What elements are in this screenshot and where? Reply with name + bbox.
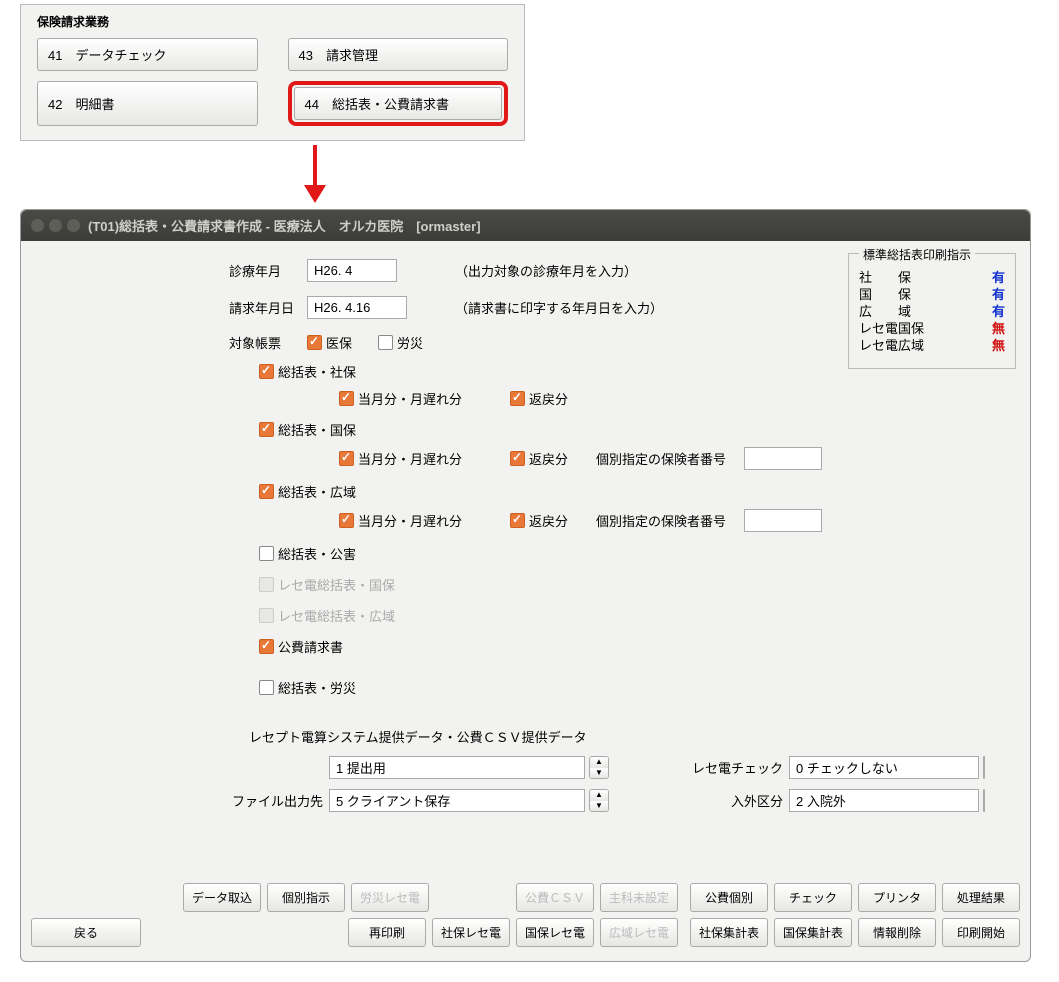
rece-check-input[interactable] [789,756,979,779]
btn-shaho-rece[interactable]: 社保レセ電 [432,918,510,947]
ym-label: 診療年月 [229,261,299,280]
menu-btn-44-highlight: 44 総括表・公費請求書 [288,81,509,126]
kouiki-month-checkbox[interactable] [339,513,354,528]
window-maximize-icon[interactable] [67,219,80,232]
btn-print-start[interactable]: 印刷開始 [942,918,1020,947]
shaho-checkbox[interactable] [259,364,274,379]
rousai-checkbox[interactable] [378,335,393,350]
kokuho-henrei-checkbox[interactable] [510,451,525,466]
kokuho-checkbox[interactable] [259,422,274,437]
kouiki-henrei-checkbox[interactable] [510,513,525,528]
file-output-input[interactable] [329,789,585,812]
btn-kokuho-sum[interactable]: 国保集計表 [774,918,852,947]
menu-btn-43[interactable]: 43 請求管理 [288,38,509,71]
window-minimize-icon[interactable] [49,219,62,232]
titlebar: (T01)総括表・公費請求書作成 - 医療法人 オルカ医院 [ormaster] [21,210,1030,241]
btn-info-delete[interactable]: 情報削除 [858,918,936,947]
btn-check[interactable]: チェック [774,883,852,912]
btn-kobetsu[interactable]: 個別指示 [267,883,345,912]
ym-hint: （出力対象の診療年月を入力） [455,261,637,280]
window-title: (T01)総括表・公費請求書作成 - 医療法人 オルカ医院 [ormaster] [88,216,481,235]
btn-shuka: 主科未設定 [600,883,678,912]
rousai-group-checkbox[interactable] [259,680,274,695]
app-window: (T01)総括表・公費請求書作成 - 医療法人 オルカ医院 [ormaster]… [20,209,1031,962]
kouiki-checkbox[interactable] [259,484,274,499]
btn-kouiki-rece: 広域レセ電 [600,918,678,947]
nyugai-spinner[interactable]: ▲▼ [983,789,985,812]
menu-btn-42[interactable]: 42 明細書 [37,81,258,126]
date-hint: （請求書に印字する年月日を入力） [455,298,663,317]
date-input[interactable] [307,296,407,319]
nyugai-input[interactable] [789,789,979,812]
btn-kokuho-rece[interactable]: 国保レセ電 [516,918,594,947]
kokuho-month-checkbox[interactable] [339,451,354,466]
btn-shaho-sum[interactable]: 社保集計表 [690,918,768,947]
target-label: 対象帳票 [229,333,281,352]
menu-btn-44[interactable]: 44 総括表・公費請求書 [294,87,503,120]
rece-check-spinner[interactable]: ▲▼ [983,756,985,779]
shaho-henrei-checkbox[interactable] [510,391,525,406]
arrow-annotation [20,145,525,205]
print-panel-title: 標準総括表印刷指示 [859,246,975,263]
window-close-icon[interactable] [31,219,44,232]
menu-btn-41[interactable]: 41 データチェック [37,38,258,71]
panel-title: 保険請求業務 [37,13,508,30]
kouhi-checkbox[interactable] [259,639,274,654]
btn-kouhi-kobetsu[interactable]: 公費個別 [690,883,768,912]
bottom-toolbar: データ取込 個別指示 労災レセ電 公費ＣＳＶ 主科未設定 公費個別 チェック プ… [31,883,1020,953]
kouiki-insurer-input[interactable] [744,509,822,532]
btn-result[interactable]: 処理結果 [942,883,1020,912]
print-instruction-panel: 標準総括表印刷指示 社 保有 国 保有 広 域有 レセ電国保無 レセ電広域無 [848,253,1016,369]
kokuho-insurer-input[interactable] [744,447,822,470]
submit-spinner[interactable]: ▲▼ [589,756,609,779]
submit-type-input[interactable] [329,756,585,779]
btn-data-import[interactable]: データ取込 [183,883,261,912]
btn-printer[interactable]: プリンタ [858,883,936,912]
rece-kokuho-checkbox [259,577,274,592]
insurance-claim-menu-panel: 保険請求業務 41 データチェック 43 請求管理 42 明細書 44 総括表・… [20,4,525,141]
kougai-checkbox[interactable] [259,546,274,561]
file-output-spinner[interactable]: ▲▼ [589,789,609,812]
btn-reprint[interactable]: 再印刷 [348,918,426,947]
rece-title: レセプト電算システム提供データ・公費ＣＳＶ提供データ [249,727,1012,746]
btn-kouhi-csv: 公費ＣＳＶ [516,883,594,912]
rece-kouiki-checkbox [259,608,274,623]
iho-checkbox[interactable] [307,335,322,350]
btn-back[interactable]: 戻る [31,918,141,947]
btn-rousai-rece: 労災レセ電 [351,883,429,912]
date-label: 請求年月日 [229,298,299,317]
ym-input[interactable] [307,259,397,282]
shaho-month-checkbox[interactable] [339,391,354,406]
